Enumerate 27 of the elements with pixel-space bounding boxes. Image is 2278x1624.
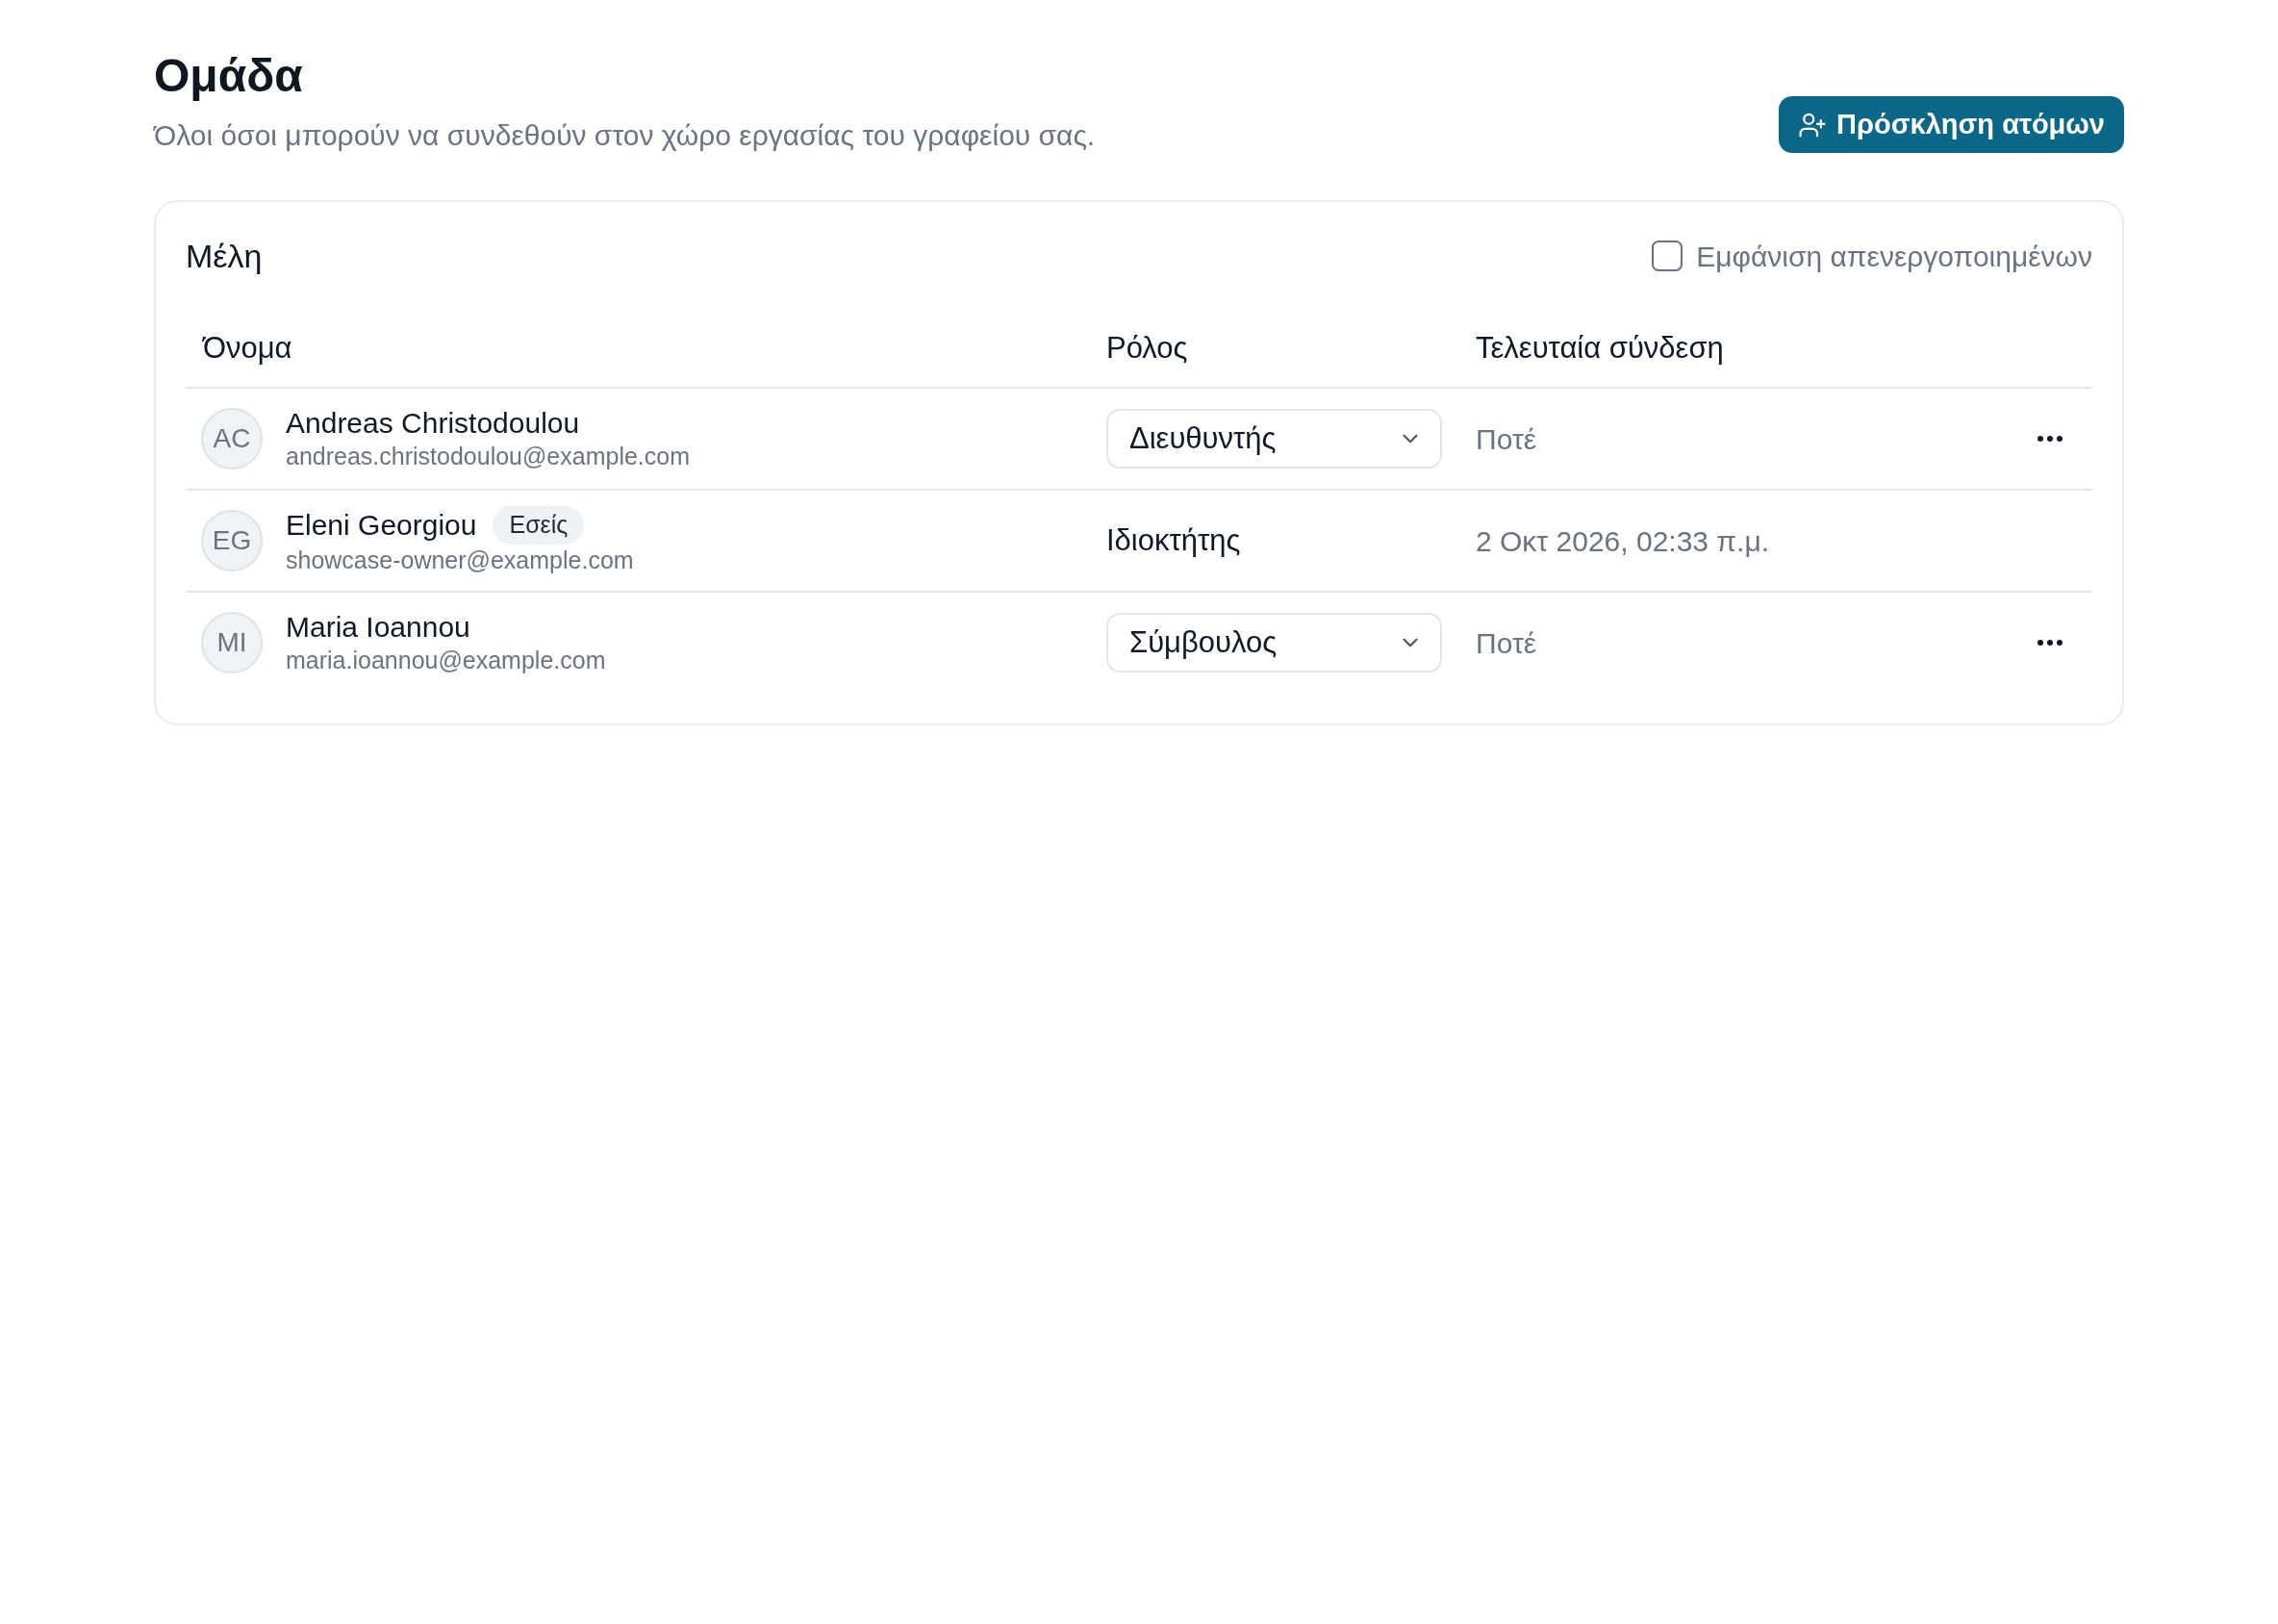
invite-button[interactable]: Πρόσκληση ατόμων [1779,96,2124,153]
last-login: Ποτέ [1476,625,1537,661]
avatar: AC [201,408,263,469]
ellipsis-icon [2038,436,2063,442]
role-select[interactable]: Διευθυντής [1106,409,1442,469]
member-email: showcase-owner@example.com [286,546,634,575]
member-name: Eleni Georgiou [286,508,477,543]
page-title: Ομάδα [154,49,304,103]
page-subtitle: Όλοι όσοι μπορούν να συνδεθούν στον χώρο εργασίας του γραφείου σας. [154,118,1096,153]
last-login: 2 Οκτ 2026, 02:33 π.μ. [1476,523,1769,559]
member-email: maria.ioannou@example.com [286,646,606,675]
checkbox-label: Εμφάνιση απενεργοποιημένων [1696,239,2092,274]
current-user-tag: Εσείς [493,506,585,545]
card-title: Μέλη [186,236,263,276]
ellipsis-icon [2038,640,2063,646]
avatar: EG [201,510,263,571]
role-select[interactable]: Σύμβουλος [1106,613,1442,672]
last-login: Ποτέ [1476,421,1537,457]
member-name: Maria Ioannou [286,610,470,645]
column-header: Τελευταία σύνδεση [1476,329,1724,367]
column-header: Όνομα [201,329,292,367]
member-name: Andreas Christodoulou [286,406,580,441]
avatar: MI [201,612,263,673]
checkbox[interactable] [1652,241,1683,271]
role-text: Ιδιοκτήτης [1106,521,1241,559]
member-email: andreas.christodoulou@example.com [286,442,691,471]
column-header: Ρόλος [1106,329,1188,367]
